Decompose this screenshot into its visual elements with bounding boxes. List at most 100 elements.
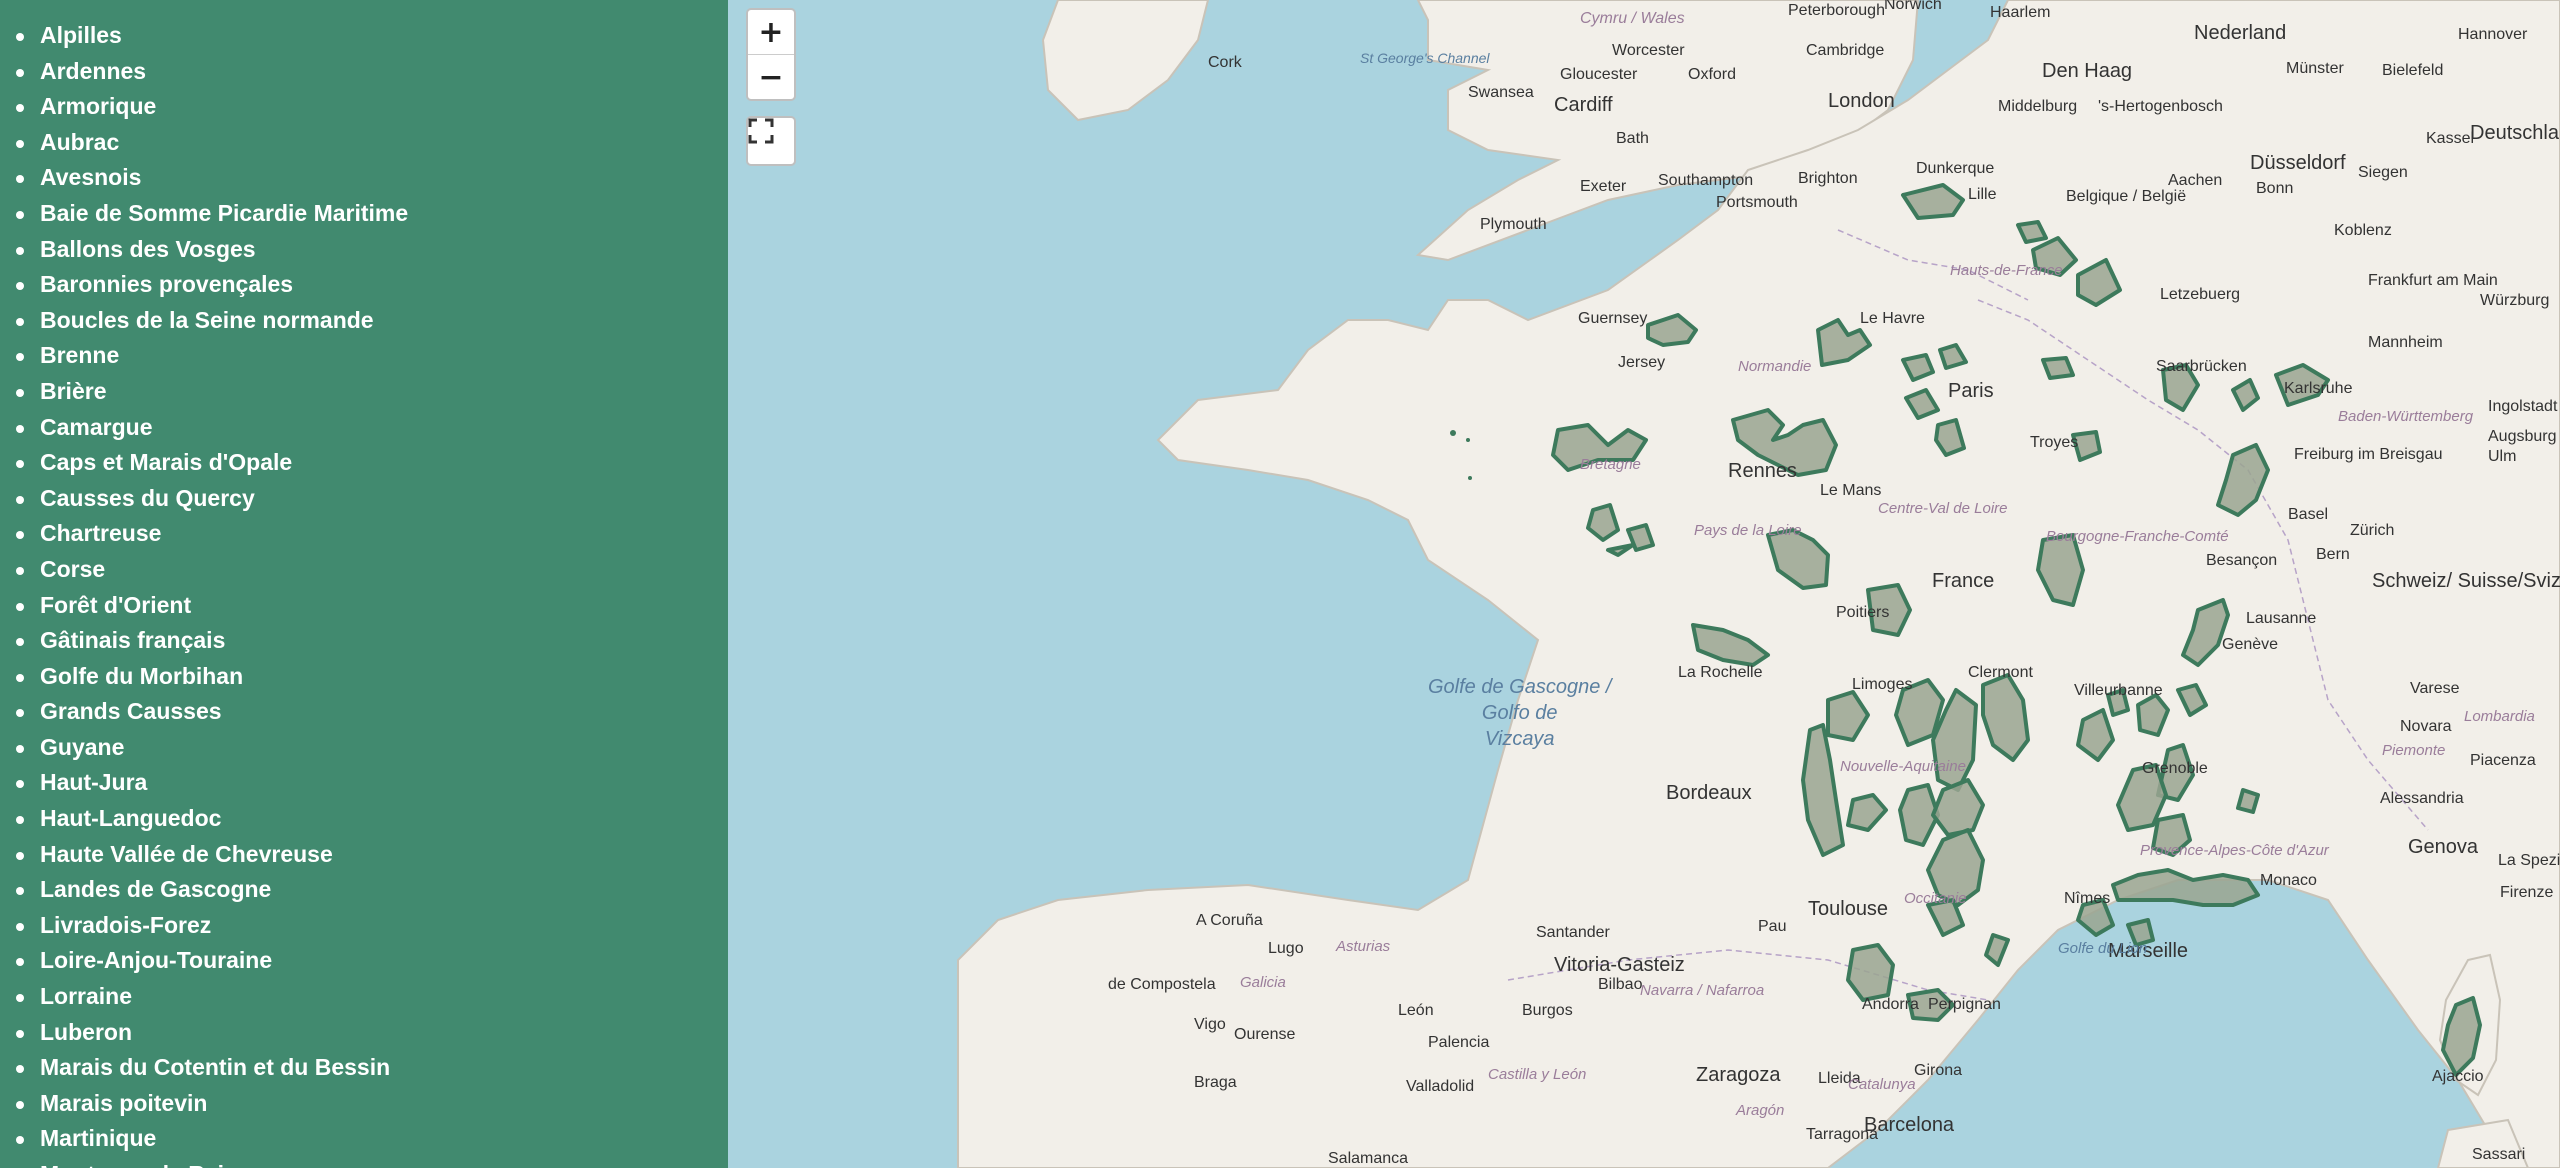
park-list-item[interactable]: Baie de Somme Picardie Maritime [0,196,728,232]
city-label-le-mans: Le Mans [1820,482,1882,499]
park-list-item[interactable]: Haut-Jura [0,765,728,801]
region-label-baden: Baden-Württemberg [2338,408,2474,425]
city-label-bath: Bath [1616,130,1649,147]
park-polygon[interactable] [1846,943,1895,1002]
park-list-item[interactable]: Camargue [0,410,728,446]
city-label-bordeaux: Bordeaux [1666,782,1752,804]
city-label-cardiff: Cardiff [1554,94,1613,116]
park-list-item[interactable]: Montagne de Reims [0,1157,728,1168]
city-label-bonn: Bonn [2256,180,2294,197]
city-label-lille: Lille [1968,186,1997,203]
city-label-toulouse: Toulouse [1808,898,1889,920]
city-label-munster: Münster [2286,60,2344,77]
park-list-item[interactable]: Ballons des Vosges [0,232,728,268]
city-label-le-havre: Le Havre [1860,310,1925,327]
city-label-letzebuerg: Letzebuerg [2160,286,2241,303]
city-label-salamanca: Salamanca [1328,1150,1409,1167]
city-label-ingolstadt: Ingolstadt [2488,398,2558,415]
park-list-item[interactable]: Boucles de la Seine normande [0,303,728,339]
region-label-piemonte: Piemonte [2382,742,2446,759]
region-label-cymru: Cymru / Wales [1580,10,1685,27]
region-label-occitanie: Occitanie [1904,890,1967,907]
region-label-bourgogne: Bourgogne-Franche-Comté [2046,528,2229,545]
park-list-item[interactable]: Martinique [0,1121,728,1157]
city-label-novara: Novara [2400,718,2452,735]
park-list-item[interactable]: Avesnois [0,160,728,196]
park-list-item[interactable]: Alpilles [0,18,728,54]
park-list-item[interactable]: Brenne [0,338,728,374]
city-label-leon: León [1398,1002,1434,1019]
land-ireland [1041,0,1210,122]
city-label-wurzburg: Würzburg [2480,292,2550,309]
city-label-la-spezia: La Spezia [2498,852,2560,869]
city-label-besancon: Besançon [2206,552,2278,569]
city-label-bilbao: Bilbao [1598,976,1643,993]
region-label-castilla: Castilla y León [1488,1066,1587,1083]
city-label-london: London [1828,90,1895,112]
park-list-item[interactable]: Lorraine [0,979,728,1015]
city-label-rennes: Rennes [1728,460,1797,482]
park-list-item[interactable]: Ardennes [0,54,728,90]
park-list-item[interactable]: Baronnies provençales [0,267,728,303]
city-label-ulm: Ulm [2488,448,2517,465]
city-label-saarbrucken: Saarbrücken [2156,358,2247,375]
park-list-item[interactable]: Causses du Quercy [0,481,728,517]
city-label-nimes: Nîmes [2064,890,2111,907]
city-label-hannover: Hannover [2458,26,2528,43]
park-list-item[interactable]: Marais poitevin [0,1086,728,1122]
park-list-item[interactable]: Forêt d'Orient [0,588,728,624]
region-label-aragon: Aragón [1736,1102,1785,1119]
city-label-piacenza: Piacenza [2470,752,2536,769]
zoom-out-button[interactable]: − [748,54,794,99]
park-list-item[interactable]: Loire-Anjou-Touraine [0,943,728,979]
city-label-sassari: Sassari [2472,1146,2526,1163]
city-label-santiago: de Compostela [1108,976,1216,993]
park-list-item[interactable]: Caps et Marais d'Opale [0,445,728,481]
park-polygon[interactable] [2236,788,2260,814]
park-list-item[interactable]: Guyane [0,730,728,766]
zoom-in-button[interactable]: + [748,10,794,54]
park-list-item[interactable]: Corse [0,552,728,588]
city-label-monaco: Monaco [2260,872,2317,889]
city-label-den-haag: Den Haag [2042,60,2133,82]
region-label-provence: Provence-Alpes-Côte d'Azur [2140,842,2329,859]
city-label-oxford: Oxford [1688,66,1737,83]
city-label-hertogenbosch: 's-Hertogenbosch [2098,98,2223,115]
park-list-item[interactable]: Chartreuse [0,516,728,552]
map-view[interactable]: Cork Swansea Cardiff Gloucester Worceste… [728,0,2560,1168]
city-label-perpignan: Perpignan [1928,996,2001,1013]
country-label-france: France [1932,570,1995,592]
city-label-firenze: Firenze [2500,884,2554,901]
park-polygon[interactable] [2041,356,2075,380]
park-list-item[interactable]: Grands Causses [0,694,728,730]
city-label-vitoria: Vitoria-Gasteiz [1554,954,1685,976]
city-label-geneve: Genève [2222,636,2279,653]
fullscreen-button[interactable] [746,116,796,166]
park-list-item[interactable]: Luberon [0,1015,728,1051]
park-list-item[interactable]: Marais du Cotentin et du Bessin [0,1050,728,1086]
park-list-item[interactable]: Landes de Gascogne [0,872,728,908]
park-list-item[interactable]: Haut-Languedoc [0,801,728,837]
park-list-item[interactable]: Golfe du Morbihan [0,659,728,695]
region-label-navarra: Navarra / Nafarroa [1640,982,1765,999]
city-label-brighton: Brighton [1798,170,1858,187]
city-label-lugo: Lugo [1268,940,1304,957]
region-label-catalunya: Catalunya [1848,1076,1916,1093]
city-label-koblenz: Koblenz [2334,222,2392,239]
park-list-item[interactable]: Gâtinais français [0,623,728,659]
city-label-grenoble: Grenoble [2142,760,2208,777]
city-label-gloucester: Gloucester [1560,66,1638,83]
city-label-siegen: Siegen [2358,164,2408,181]
region-label-hauts: Hauts-de-France [1950,262,2063,279]
park-list-item[interactable]: Aubrac [0,125,728,161]
park-list-item[interactable]: Armorique [0,89,728,125]
city-label-varese: Varese [2410,680,2460,697]
zoom-control: + − [746,8,796,101]
park-list-item[interactable]: Livradois-Forez [0,908,728,944]
park-list-item[interactable]: Haute Vallée de Chevreuse [0,837,728,873]
park-list-item[interactable]: Brière [0,374,728,410]
city-label-kassel: Kassel [2426,130,2475,147]
city-label-guernsey: Guernsey [1578,310,1648,327]
city-label-portsmouth: Portsmouth [1716,194,1798,211]
city-label-santander: Santander [1536,924,1610,941]
